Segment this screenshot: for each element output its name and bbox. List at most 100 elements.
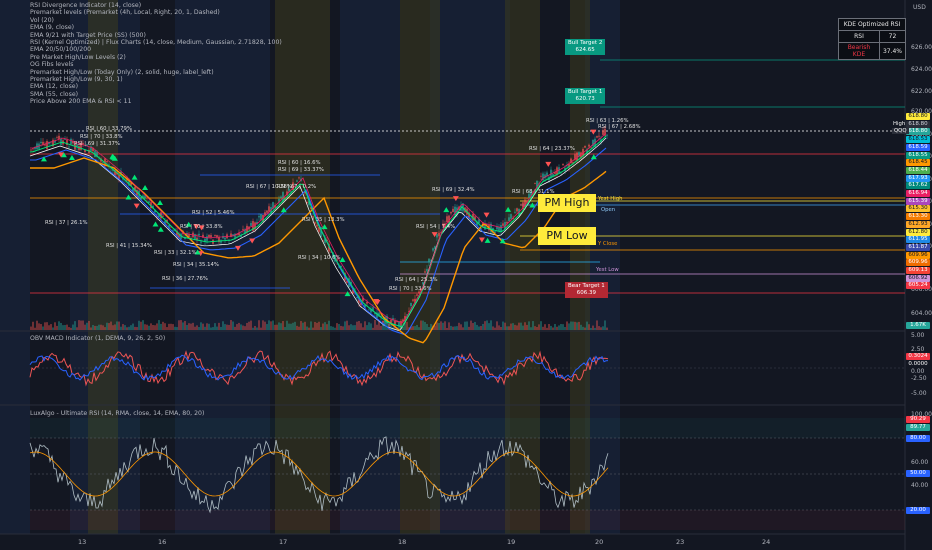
volume-bar [230,320,232,330]
volume-bar [260,327,262,330]
indicator-label[interactable]: Premarket High/Low (9, 30, 1) [30,76,282,83]
price-tick[interactable]: 622.00 [911,88,932,95]
indicator-label[interactable]: EMA (12, close) [30,83,282,90]
volume-bar [418,327,420,330]
rsi-tag: RSI | 60 | 16.6% [278,160,321,166]
candle-body [424,271,426,273]
volume-bar [252,327,254,330]
time-tick[interactable]: 20 [595,538,603,546]
time-tick[interactable]: 18 [398,538,406,546]
volume-bar [120,326,122,330]
indicator-label[interactable]: EMA (9, close) [30,24,282,31]
indicator-label[interactable]: Pre Market High/Low Levels (2) [30,54,282,61]
volume-bar [376,324,378,330]
indicator-label[interactable]: EMA 9/21 with Target Price (SS) (500) [30,32,282,39]
volume-bar [380,325,382,330]
volume-bar [348,325,350,330]
volume-bar [480,326,482,330]
price-badge: 617.62 [906,182,930,190]
volume-bar [302,322,304,330]
volume-bar [204,326,206,330]
volume-bar [576,322,578,330]
volume-bar [414,326,416,330]
lux-tick[interactable]: 60.00 [911,459,928,466]
volume-bar [466,321,468,330]
volume-bar [102,325,104,330]
volume-bar [598,326,600,330]
volume-bar [590,327,592,330]
indicator-label[interactable]: SMA (55, close) [30,91,282,98]
volume-bar [530,327,532,330]
indicator-label[interactable]: RSI Divergence Indicator (14, close) [30,2,282,9]
obv-tick[interactable]: -2.50 [911,375,927,382]
price-badge: 616.94 [906,190,930,197]
volume-bar [142,320,144,330]
volume-bar [596,320,598,330]
volume-bar [258,320,260,330]
bear-target-1-label: Bear Target 1 [568,283,605,289]
volume-bar [174,326,176,330]
rsi-tag: RSI | 64 | 25.3% [395,277,438,283]
volume-bar [132,323,134,330]
volume-bar [304,321,306,330]
volume-bar [70,327,72,330]
candle-body [206,236,208,241]
time-tick[interactable]: 23 [676,538,684,546]
indicator-label[interactable]: Price Above 200 EMA & RSI < 11 [30,98,282,105]
time-tick[interactable]: 13 [78,538,86,546]
volume-bar [412,326,414,330]
time-axis-bg [0,534,932,550]
volume-bar [494,327,496,330]
volume-bar [158,320,160,330]
volume-bar [366,325,368,330]
lux-indicator-label[interactable]: LuxAlgo - Ultimate RSI (14, RMA, close, … [30,410,204,417]
indicator-label[interactable]: Vol (20) [30,17,282,24]
time-tick[interactable]: 17 [279,538,287,546]
obv-tick[interactable]: 5.00 [911,332,924,339]
price-badge: 612.93 [906,220,930,228]
candle-body [428,258,430,263]
volume-bar [452,326,454,330]
obv-tick[interactable]: -5.00 [911,390,927,397]
candle-body [516,208,518,212]
volume-bar [222,321,224,330]
candle-body [450,211,452,214]
buy-triangle [152,221,159,227]
rsi-tag: RSI | 69 | 32.4% [432,187,475,193]
obv-indicator-label[interactable]: OBV MACD Indicator (1, DEMA, 9, 26, 2, 5… [30,335,165,342]
currency-label[interactable]: USD [913,4,926,11]
indicator-label[interactable]: OG Fibs levels [30,61,282,68]
volume-bar [338,324,340,330]
obv-tick[interactable]: 2.50 [911,346,924,353]
lux-tick[interactable]: 40.00 [911,482,928,489]
volume-bar [276,324,278,330]
indicator-label[interactable]: EMA 20/50/100/200 [30,46,282,53]
volume-bar [602,326,604,330]
indicator-label[interactable]: Premarket High/Low (Today Only) (2, soli… [30,69,282,76]
bull-target-1-value: 620.73 [575,96,595,102]
time-tick[interactable]: 16 [158,538,166,546]
time-tick[interactable]: 19 [507,538,515,546]
volume-bar [564,327,566,330]
volume-bar [344,321,346,330]
volume-bar [314,321,316,330]
price-badge: 613.30 [906,213,930,221]
candle-body [200,241,202,243]
price-tick[interactable]: 624.00 [911,66,932,73]
obv-badge: 0.3024 [906,353,930,360]
price-tick[interactable]: 626.00 [911,44,932,51]
volume-bar [54,322,56,330]
volume-bar [284,327,286,330]
candle-body [280,196,282,198]
volume-bar [60,322,62,330]
obv-tick[interactable]: 0.00 [911,368,924,375]
candle-body [498,227,500,232]
volume-bar [256,327,258,330]
indicator-label[interactable]: Premarket levels (Premarket (4h, Local, … [30,9,282,16]
candle-body [514,211,516,213]
price-tick[interactable]: 604.00 [911,310,932,317]
candle-body [606,134,608,136]
indicator-label[interactable]: RSI (Kernel Optimized) | Flux Charts (14… [30,39,282,46]
volume-bar [84,324,86,330]
time-tick[interactable]: 24 [762,538,770,546]
